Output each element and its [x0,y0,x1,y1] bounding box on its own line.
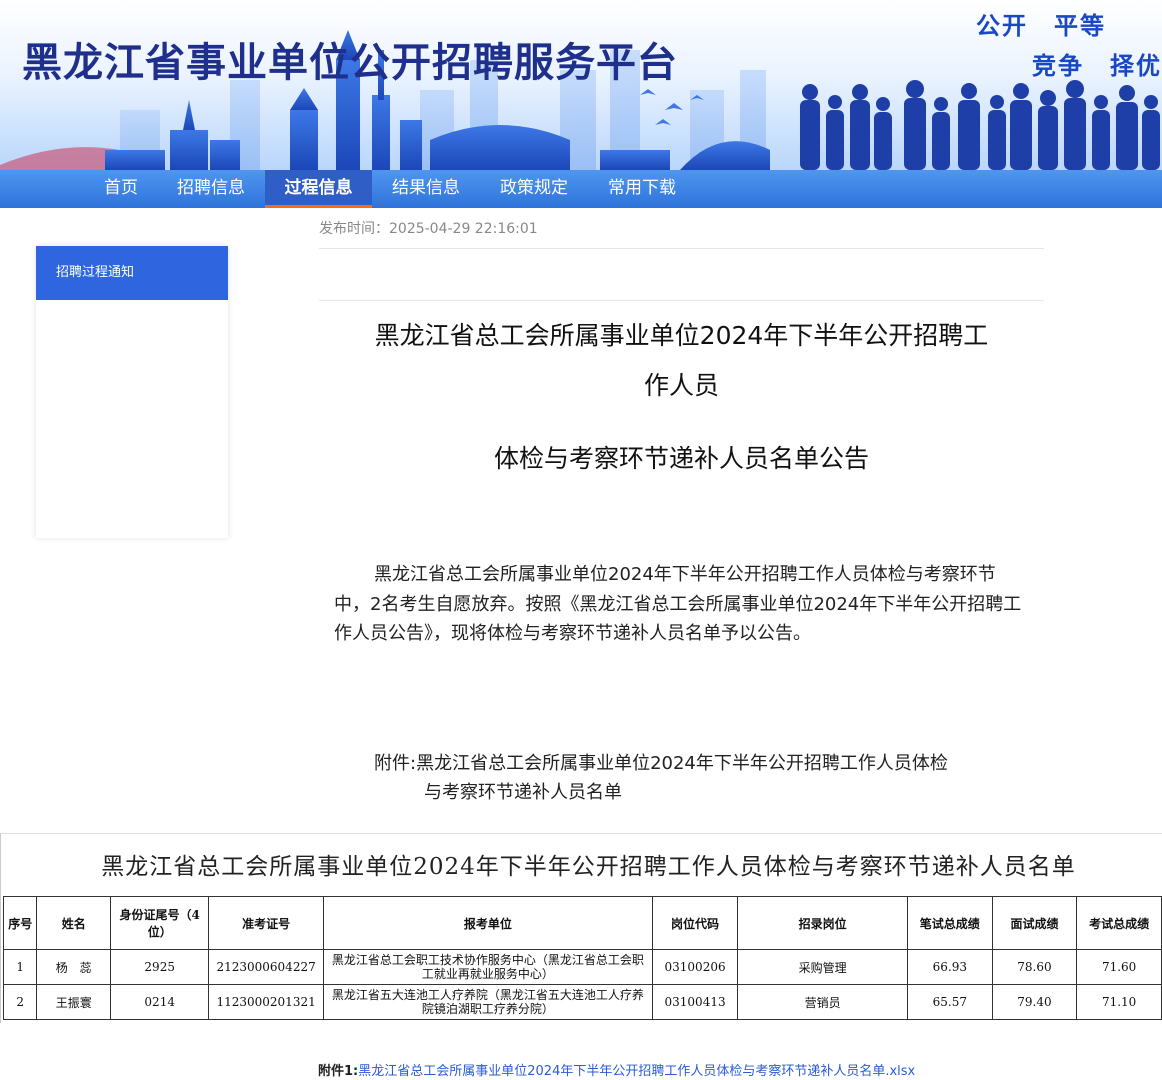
column-header: 面试成绩 [991,896,1078,950]
cell-post-code: 03100413 [651,984,739,1020]
cell-written-score: 65.57 [906,984,993,1020]
article-title-line-2: 作人员 [643,371,719,400]
attachment-label: 附件1: [318,1064,359,1079]
column-header: 身份证尾号（4位） [110,896,210,950]
divider [319,248,1044,249]
cell-post-code: 03100206 [651,949,739,985]
roster-table: 序号 姓名 身份证尾号（4位） 准考证号 报考单位 岗位代码 招录岗位 笔试总成… [2,896,1162,1020]
article-body: 黑龙江省总工会所属事业单位2024年下半年公开招聘工作人员体检与考察环节中，2名… [334,564,1022,644]
roster-title: 黑龙江省总工会所属事业单位2024年下半年公开招聘工作人员体检与考察环节递补人员… [101,854,1076,880]
cell-written-score: 66.93 [906,949,993,985]
cell-exam-no: 2123000604227 [208,949,324,985]
cell-exam-no: 1123000201321 [208,984,324,1020]
column-header: 序号 [2,896,38,950]
column-header: 招录岗位 [737,896,908,950]
attachment-file-link[interactable]: 黑龙江省总工会所属事业单位2024年下半年公开招聘工作人员体检与考察环节递补人员… [358,1064,915,1079]
nav-item-result-info[interactable]: 结果信息 [383,170,469,208]
cell-no: 1 [2,949,38,985]
column-header: 考试总成绩 [1076,896,1162,950]
attachment-note-line-1: 附件:黑龙江省总工会所属事业单位2024年下半年公开招聘工作人员体检 [374,753,948,774]
roster-table-image: 黑龙江省总工会所属事业单位2024年下半年公开招聘工作人员体检与考察环节递补人员… [0,833,1162,1023]
cell-interview-score: 79.40 [991,984,1078,1020]
main-nav: 首页 招聘信息 过程信息 结果信息 政策规定 常用下载 [0,170,1162,208]
attachment-note: 附件:黑龙江省总工会所属事业单位2024年下半年公开招聘工作人员体检 与考察环节… [374,749,1034,807]
column-header: 岗位代码 [651,896,739,950]
cell-no: 2 [2,984,38,1020]
cell-unit: 黑龙江省总工会职工技术协作服务中心（黑龙江省总工会职工就业再就业服务中心） [322,949,653,985]
table-row: 2 王振寰 0214 1123000201321 黑龙江省五大连池工人疗养院（黑… [2,984,1162,1020]
cell-post: 采购管理 [737,949,908,985]
nav-item-home[interactable]: 首页 [86,170,156,208]
table-row: 1 杨 蕊 2925 2123000604227 黑龙江省总工会职工技术协作服务… [2,949,1162,985]
nav-item-process-info[interactable]: 过程信息 [265,170,372,208]
article-subtitle: 体检与考察环节递补人员名单公告 [493,444,869,473]
column-header: 笔试总成绩 [906,896,993,950]
cell-total-score: 71.10 [1076,984,1162,1020]
sidebar: 招聘过程通知 [36,246,228,538]
header-banner: 黑龙江省事业单位公开招聘服务平台 公开 平等 竞争 择优 [0,0,1162,170]
table-header-row: 序号 姓名 身份证尾号（4位） 准考证号 报考单位 岗位代码 招录岗位 笔试总成… [2,896,1162,950]
cell-name: 王振寰 [36,984,112,1020]
nav-item-downloads[interactable]: 常用下载 [599,170,685,208]
cell-unit: 黑龙江省五大连池工人疗养院（黑龙江省五大连池工人疗养院镜泊湖职工疗养分院） [322,984,653,1020]
sidebar-item-process-notice[interactable]: 招聘过程通知 [36,246,228,300]
slogan-line-2: 竞争 择优 [1032,52,1162,80]
cell-id-tail: 0214 [110,984,210,1020]
nav-item-policy[interactable]: 政策规定 [491,170,577,208]
cell-post: 营销员 [737,984,908,1020]
attachment-download: 附件1:黑龙江省总工会所属事业单位2024年下半年公开招聘工作人员体检与考察环节… [318,1060,915,1079]
cell-name: 杨 蕊 [36,949,112,985]
column-header: 准考证号 [208,896,324,950]
attachment-note-line-2: 与考察环节递补人员名单 [424,782,622,803]
cell-interview-score: 78.60 [991,949,1078,985]
cell-id-tail: 2925 [110,949,210,985]
publish-time: 发布时间：2025-04-29 22:16:01 [319,221,538,237]
column-header: 姓名 [36,896,112,950]
column-header: 报考单位 [322,896,653,950]
nav-item-recruitment-info[interactable]: 招聘信息 [168,170,254,208]
cell-total-score: 71.60 [1076,949,1162,985]
article-title-line-1: 黑龙江省总工会所属事业单位2024年下半年公开招聘工 [374,321,989,350]
divider [319,300,1044,301]
site-title: 黑龙江省事业单位公开招聘服务平台 [22,40,678,86]
slogan-line-1: 公开 平等 [976,12,1106,40]
